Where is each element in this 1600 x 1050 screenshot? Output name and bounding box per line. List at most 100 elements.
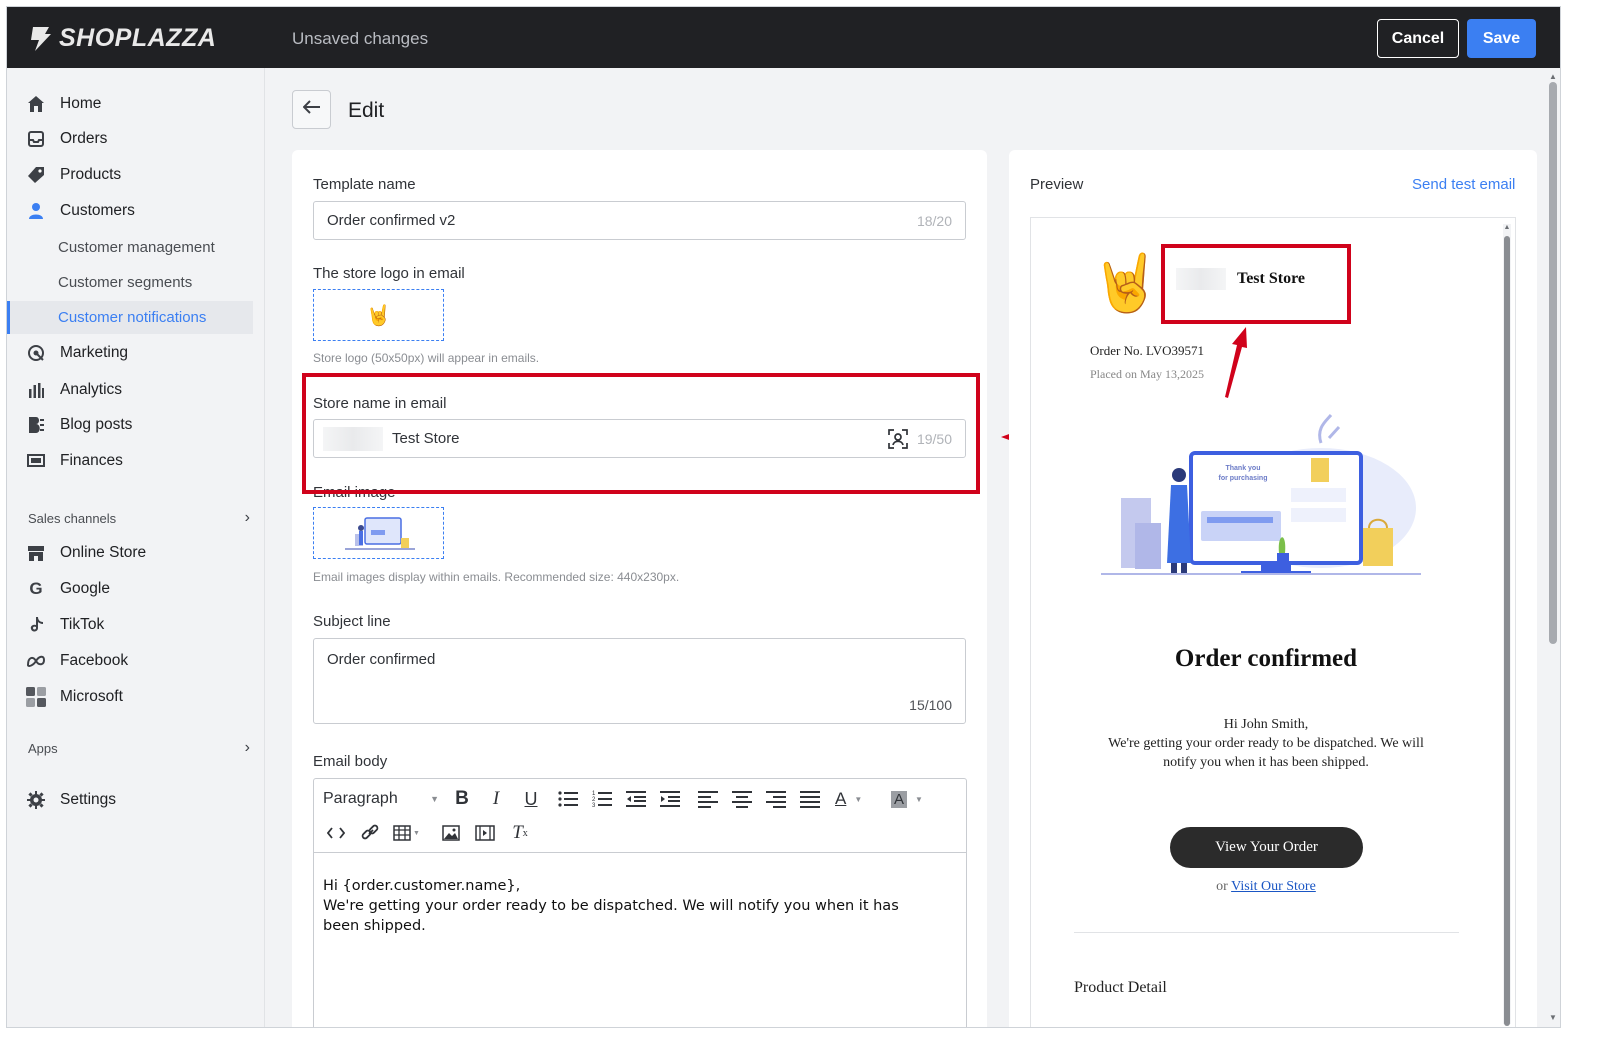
send-test-email-link[interactable]: Send test email <box>1412 176 1515 193</box>
email-body-text[interactable]: Hi {order.customer.name}, We're getting … <box>323 876 953 936</box>
outdent-icon[interactable] <box>623 786 649 812</box>
sidebar-item-tiktok[interactable]: TikTok <box>7 609 253 641</box>
align-justify-icon[interactable] <box>797 786 823 812</box>
sidebar-item-facebook[interactable]: Facebook <box>7 645 253 677</box>
back-button[interactable] <box>292 90 331 129</box>
paragraph-select-value: Paragraph <box>323 790 398 807</box>
preview-message-line: We're getting your order ready to be dis… <box>1108 736 1424 751</box>
sidebar-item-label: Products <box>60 166 122 183</box>
sidebar-sub-customer-segments[interactable]: Customer segments <box>7 266 253 299</box>
user-icon <box>26 201 46 221</box>
preview-store-name-highlight-box <box>1161 244 1351 324</box>
logo-text: SHOPLAZZA <box>59 24 217 52</box>
caret-down-icon: ▼ <box>430 794 439 804</box>
preview-label: Preview <box>1030 176 1084 193</box>
scroll-up-icon[interactable]: ▲ <box>1549 72 1557 81</box>
align-left-icon[interactable] <box>695 786 721 812</box>
sidebar-item-label: Orders <box>60 130 108 147</box>
numbered-list-icon[interactable]: 123 <box>589 786 615 812</box>
underline-icon[interactable]: U <box>518 786 544 812</box>
page-scrollbar-thumb[interactable] <box>1549 82 1557 644</box>
arrow-up-annotation-icon <box>1225 327 1247 398</box>
template-name-input[interactable]: Order confirmed v2 18/20 <box>313 201 966 240</box>
sidebar-item-label: Marketing <box>60 344 129 361</box>
sidebar-item-analytics[interactable]: Analytics <box>7 374 253 406</box>
preview-store-link-line: or Visit Our Store <box>1031 879 1501 895</box>
template-name-counter: 18/20 <box>916 212 952 229</box>
sidebar-item-products[interactable]: Products <box>7 159 253 191</box>
sales-channels-header[interactable]: Sales channels › <box>28 509 250 527</box>
sidebar-item-label: Finances <box>60 452 123 469</box>
store-logo-upload[interactable]: 🤘 <box>313 289 444 341</box>
preview-message-line: notify you when it has been shipped. <box>1163 755 1369 770</box>
apps-label: Apps <box>28 740 58 756</box>
email-image-upload[interactable] <box>313 507 444 559</box>
blog-icon <box>26 415 46 435</box>
subject-line-input[interactable]: Order confirmed 15/100 <box>313 638 966 724</box>
template-name-value: Order confirmed v2 <box>327 212 456 229</box>
shoplazza-logo[interactable]: SHOPLAZZA <box>27 24 216 53</box>
preview-divider <box>1074 932 1459 933</box>
body-line: We're getting your order ready to be dis… <box>323 898 899 914</box>
sidebar-sub-customer-notifications[interactable]: Customer notifications <box>7 301 253 334</box>
image-icon[interactable] <box>438 820 464 846</box>
shopping-illustration-icon <box>1101 414 1421 575</box>
sidebar-item-home[interactable]: Home <box>7 88 253 120</box>
sidebar-item-finances[interactable]: Finances <box>7 445 253 477</box>
subject-line-label: Subject line <box>313 613 391 630</box>
email-preview-frame: 🤘 Test Store Order No. LVO39571 Placed o… <box>1030 217 1516 1027</box>
preview-placed-on: Placed on May 13,2025 <box>1090 367 1204 381</box>
rock-hand-logo-icon: 🤘 <box>366 304 391 327</box>
text-color-icon[interactable]: A ▼ <box>835 786 875 812</box>
table-icon[interactable]: ▼ <box>393 820 429 846</box>
save-button[interactable]: Save <box>1467 19 1536 58</box>
cancel-button[interactable]: Cancel <box>1377 19 1459 58</box>
italic-icon[interactable]: I <box>483 786 509 812</box>
sidebar-item-orders[interactable]: Orders <box>7 123 253 155</box>
sidebar-item-label: Microsoft <box>60 688 123 705</box>
paragraph-select[interactable]: Paragraph ▼ <box>323 785 439 813</box>
preview-greeting: Hi John Smith, <box>1223 717 1309 732</box>
preview-scrollbar[interactable]: ▲ <box>1503 224 1511 1026</box>
google-icon: G <box>29 579 43 598</box>
email-image-help: Email images display within emails. Reco… <box>313 570 680 584</box>
sidebar-item-label: Google <box>60 580 110 597</box>
preview-scrollbar-thumb[interactable] <box>1504 236 1510 1026</box>
sidebar: Home Orders Products Customers Customer … <box>7 68 265 1027</box>
sidebar-item-marketing[interactable]: Marketing <box>7 337 253 369</box>
app-window: SHOPLAZZA Unsaved changes Cancel Save Ho… <box>6 6 1561 1028</box>
video-icon[interactable] <box>472 820 498 846</box>
sidebar-item-label: Home <box>60 95 102 112</box>
bulleted-list-icon[interactable] <box>555 786 581 812</box>
sidebar-item-google[interactable]: G Google <box>7 573 253 605</box>
view-your-order-button[interactable]: View Your Order <box>1170 827 1363 868</box>
meta-icon <box>26 651 46 671</box>
code-icon[interactable] <box>323 820 349 846</box>
top-bar: SHOPLAZZA Unsaved changes Cancel Save <box>7 7 1560 68</box>
sidebar-item-online-store[interactable]: Online Store <box>7 537 253 569</box>
subject-line-value: Order confirmed <box>327 651 436 668</box>
sidebar-sub-customer-management[interactable]: Customer management <box>7 231 253 264</box>
sidebar-item-blog-posts[interactable]: Blog posts <box>7 409 253 441</box>
body-line: Hi {order.customer.name}, <box>323 878 521 894</box>
sidebar-item-label: Blog posts <box>60 416 133 433</box>
sidebar-item-settings[interactable]: Settings <box>7 784 253 816</box>
page-scrollbar[interactable]: ▲ ▼ <box>1546 68 1560 1027</box>
align-center-icon[interactable] <box>729 786 755 812</box>
sidebar-item-microsoft[interactable]: Microsoft <box>7 681 253 713</box>
highlight-color-icon[interactable]: A ▼ <box>891 786 935 812</box>
preview-order-number: Order No. LVO39571 <box>1090 343 1204 358</box>
link-icon[interactable] <box>357 820 383 846</box>
apps-header[interactable]: Apps › <box>28 739 250 757</box>
unsaved-status: Unsaved changes <box>292 29 429 48</box>
indent-icon[interactable] <box>657 786 683 812</box>
scroll-up-icon[interactable]: ▲ <box>1503 224 1511 232</box>
bold-icon[interactable]: B <box>449 786 475 812</box>
sidebar-item-customers[interactable]: Customers <box>7 195 253 227</box>
visit-our-store-link[interactable]: Visit Our Store <box>1231 879 1316 894</box>
clear-format-icon[interactable]: Tx <box>507 820 533 846</box>
home-icon <box>26 94 46 114</box>
scroll-down-icon[interactable]: ▼ <box>1549 1013 1557 1022</box>
align-right-icon[interactable] <box>763 786 789 812</box>
sidebar-item-label: Customers <box>60 202 135 219</box>
